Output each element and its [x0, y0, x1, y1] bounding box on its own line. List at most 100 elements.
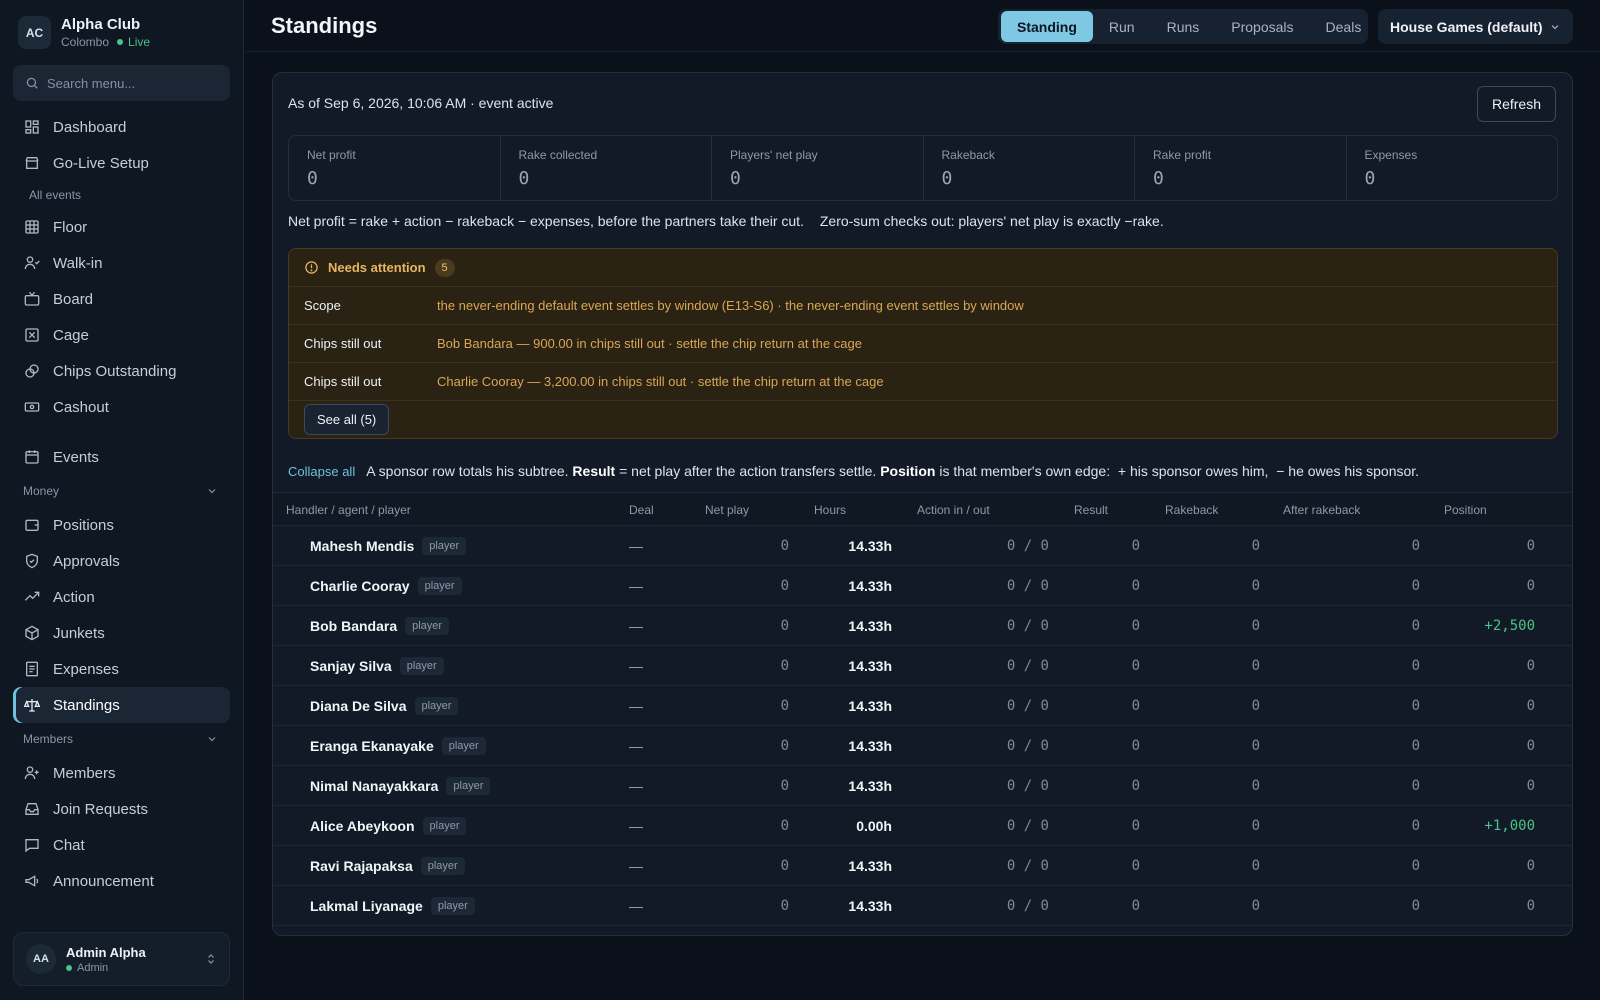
- player-name-cell: Ravi Rajapaksa player: [310, 846, 465, 886]
- tab-deals[interactable]: Deals: [1310, 11, 1378, 42]
- sidebar-item-label: Floor: [53, 218, 88, 236]
- table-row[interactable]: Charlie Cooray player — 0 14.33h 0 / 0 0 0 0 0: [273, 566, 1572, 606]
- deal-cell: —: [629, 858, 643, 874]
- alert-circle-icon: [305, 261, 318, 274]
- sidebar-item-label: Events: [53, 448, 99, 466]
- wallet-icon: [23, 516, 41, 534]
- net-play-cell: 0: [780, 698, 789, 714]
- cage-icon: [23, 326, 41, 344]
- table-row[interactable]: Alice Abeykoon player — 0 0.00h 0 / 0 0 0 0 +1,00…: [273, 806, 1572, 846]
- sidebar-item-events[interactable]: Events: [13, 439, 230, 475]
- search-input[interactable]: [47, 75, 217, 91]
- rakeback-cell: 0: [1251, 898, 1260, 914]
- sidebar-item-walk-in[interactable]: Walk-in: [13, 245, 230, 281]
- sidebar-item-expenses[interactable]: Expenses: [13, 651, 230, 687]
- column-header-after-rakeback[interactable]: After rakeback: [1283, 493, 1360, 527]
- sidebar-item-chat[interactable]: Chat: [13, 827, 230, 863]
- tab-standing[interactable]: Standing: [1001, 11, 1093, 42]
- user-menu[interactable]: AA Admin Alpha Admin: [13, 932, 230, 986]
- sidebar-item-action[interactable]: Action: [13, 579, 230, 615]
- sidebar-item-chips-outstanding[interactable]: Chips Outstanding: [13, 353, 230, 389]
- position-cell: 0: [1526, 898, 1535, 914]
- column-header-deal[interactable]: Deal: [629, 493, 654, 527]
- player-name-cell: Alice Abeykoon player: [310, 806, 467, 846]
- sidebar-item-approvals[interactable]: Approvals: [13, 543, 230, 579]
- sidebar-item-junkets[interactable]: Junkets: [13, 615, 230, 651]
- sidebar-item-board[interactable]: Board: [13, 281, 230, 317]
- sidebar-item-floor[interactable]: Floor: [13, 209, 230, 245]
- deal-cell: —: [629, 658, 643, 674]
- sidebar-item-join-requests[interactable]: Join Requests: [13, 791, 230, 827]
- user-name: Admin Alpha: [66, 944, 146, 960]
- sidebar-item-announcement[interactable]: Announcement: [13, 863, 230, 899]
- deal-cell: —: [629, 778, 643, 794]
- table-row[interactable]: Nimal Nanayakkara player — 0 14.33h 0 / 0 0 0 0 0: [273, 766, 1572, 806]
- club-switcher[interactable]: AC Alpha Club Colombo Live: [18, 16, 150, 49]
- sidebar-item-label: Join Requests: [53, 800, 149, 818]
- column-header-hours[interactable]: Hours: [814, 493, 846, 527]
- column-header-result[interactable]: Result: [1074, 493, 1108, 527]
- hours-cell: 14.33h: [848, 778, 892, 794]
- after-rakeback-cell: 0: [1411, 738, 1420, 754]
- tree-note-part2: = net play after the action transfers se…: [619, 463, 877, 479]
- position-cell: 0: [1526, 538, 1535, 554]
- shield-check-icon: [23, 552, 41, 570]
- sidebar-item-label: Cage: [53, 326, 89, 344]
- table-row[interactable]: Sanjay Silva player — 0 14.33h 0 / 0 0 0 0 0: [273, 646, 1572, 686]
- tab-proposals[interactable]: Proposals: [1215, 11, 1309, 42]
- money-section-label: Money: [23, 484, 60, 498]
- table-row[interactable]: Bob Bandara player — 0 14.33h 0 / 0 0 0 0 +2,500: [273, 606, 1572, 646]
- rakeback-cell: 0: [1251, 698, 1260, 714]
- column-header-net-play[interactable]: Net play: [705, 493, 749, 527]
- table-row[interactable]: Eranga Ekanayake player — 0 14.33h 0 / 0 0 0 0 0: [273, 726, 1572, 766]
- column-header-action[interactable]: Action in / out: [917, 493, 990, 527]
- attention-row: Chips still out Charlie Cooray — 3,200.0…: [289, 363, 1557, 401]
- user-plus-icon: [23, 764, 41, 782]
- game-select[interactable]: House Games (default): [1378, 9, 1573, 44]
- search-box[interactable]: [13, 65, 230, 101]
- sidebar-item-positions[interactable]: Positions: [13, 507, 230, 543]
- stat-rake-profit: Rake profit 0: [1135, 136, 1347, 200]
- zero-sum-check: Zero-sum checks out: players' net play i…: [819, 213, 1164, 229]
- as-of-timestamp: As of Sep 6, 2026, 10:06 AM · event acti…: [288, 95, 554, 111]
- members-section-toggle[interactable]: Members: [13, 723, 230, 755]
- collapse-all-link[interactable]: Collapse all: [288, 464, 355, 479]
- role-tag: player: [405, 617, 450, 635]
- column-header-rakeback[interactable]: Rakeback: [1165, 493, 1218, 527]
- sidebar-item-go-live-setup[interactable]: Go-Live Setup: [13, 145, 230, 181]
- club-status: Live: [128, 35, 151, 49]
- position-cell: +1,000: [1484, 818, 1535, 834]
- sidebar-item-dashboard[interactable]: Dashboard: [13, 109, 230, 145]
- sidebar-item-label: Junkets: [53, 624, 105, 642]
- after-rakeback-cell: 0: [1411, 578, 1420, 594]
- net-profit-formula: Net profit = rake + action − rakeback − …: [288, 213, 804, 229]
- role-tag: player: [430, 897, 475, 915]
- sidebar-item-standings[interactable]: Standings: [13, 687, 230, 723]
- player-name: Diana De Silva: [310, 698, 407, 714]
- sidebar-item-members[interactable]: Members: [13, 755, 230, 791]
- table-row[interactable]: Lakmal Liyanage player — 0 14.33h 0 / 0 0 0 0 0: [273, 886, 1572, 926]
- result-cell: 0: [1131, 578, 1140, 594]
- see-all-button[interactable]: See all (5): [304, 404, 390, 435]
- sidebar-item-label: Chat: [53, 836, 85, 854]
- needs-attention-header: Needs attention 5: [289, 249, 1557, 287]
- sidebar-item-label: Standings: [53, 696, 120, 714]
- position-cell: +2,500: [1484, 618, 1535, 634]
- action-cell: 0 / 0: [1006, 538, 1049, 554]
- tab-runs[interactable]: Runs: [1151, 11, 1216, 42]
- avatar: AA: [26, 944, 56, 974]
- tab-run[interactable]: Run: [1093, 11, 1151, 42]
- column-header-position[interactable]: Position: [1444, 493, 1487, 527]
- role-tag: player: [446, 777, 491, 795]
- table-row[interactable]: Mahesh Mendis player — 0 14.33h 0 / 0 0 0 0 0: [273, 526, 1572, 566]
- column-header-name[interactable]: Handler / agent / player: [286, 493, 411, 527]
- net-play-cell: 0: [780, 778, 789, 794]
- rakeback-cell: 0: [1251, 858, 1260, 874]
- table-row[interactable]: Diana De Silva player — 0 14.33h 0 / 0 0 0 0 0: [273, 686, 1572, 726]
- refresh-button[interactable]: Refresh: [1477, 86, 1556, 122]
- sidebar-item-cage[interactable]: Cage: [13, 317, 230, 353]
- deal-cell: —: [629, 578, 643, 594]
- table-row[interactable]: Ravi Rajapaksa player — 0 14.33h 0 / 0 0 0 0 0: [273, 846, 1572, 886]
- money-section-toggle[interactable]: Money: [13, 475, 230, 507]
- sidebar-item-cashout[interactable]: Cashout: [13, 389, 230, 425]
